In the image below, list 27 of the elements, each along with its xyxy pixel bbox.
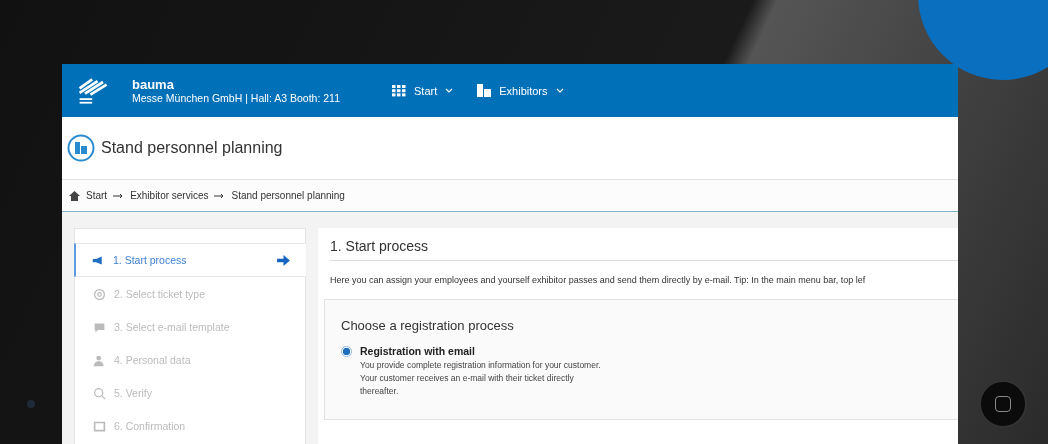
brand-name: bauma xyxy=(132,77,175,92)
arrow-icon xyxy=(277,254,290,266)
nav-menu[interactable]: Exhibitors xyxy=(477,84,564,97)
intro-text: Here you can assign your employees and yourself exhibitor passes and send them directly by e-mail. Tip: In the main menu bar, top lef xyxy=(330,275,867,285)
panel-title: Choose a registration process xyxy=(341,318,515,333)
section-heading: 1. Start process xyxy=(330,238,958,261)
chevron-down-icon xyxy=(555,88,564,93)
exhibitor-info: Messe München GmbH | Hall: A3 Booth: 211 xyxy=(132,92,341,104)
building-icon xyxy=(67,134,95,162)
camera-dot xyxy=(27,400,35,408)
building-icon xyxy=(477,84,492,97)
arrow-right-icon xyxy=(214,192,226,199)
page-title: Stand personnel planning xyxy=(101,139,283,157)
nav-menu[interactable]: Start xyxy=(392,84,454,97)
breadcrumb-link[interactable]: Stand personnel planning xyxy=(231,190,345,201)
chevron-down-icon xyxy=(445,88,454,93)
search-icon xyxy=(93,386,106,400)
breadcrumb-link[interactable]: Exhibitor services xyxy=(130,190,209,201)
arrow-right-icon xyxy=(113,192,125,199)
option-description: You provide complete registration information for your customer. Your customer receives an e-mail with their ticket directly thereafter. xyxy=(360,359,602,399)
person-icon xyxy=(93,353,106,367)
step-item[interactable]: 1. Start process xyxy=(74,243,306,277)
home-icon xyxy=(69,190,80,201)
breadcrumb-link[interactable]: Start xyxy=(86,190,108,201)
radio-button[interactable] xyxy=(341,346,352,357)
grid-icon xyxy=(392,84,406,97)
option-label: Registration with email xyxy=(360,345,476,357)
